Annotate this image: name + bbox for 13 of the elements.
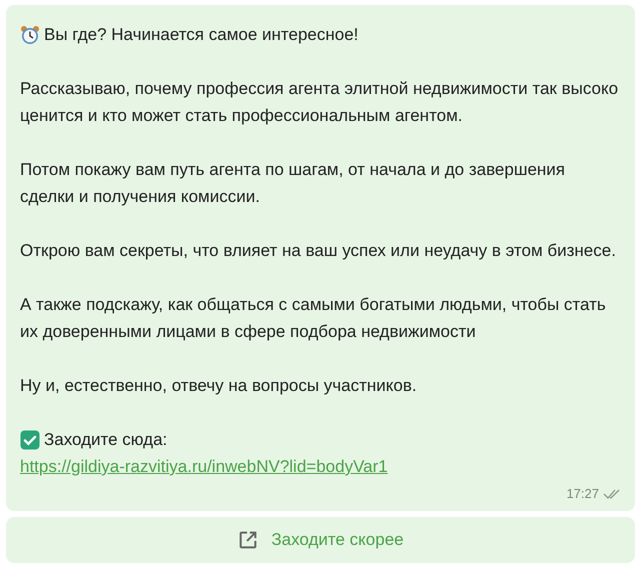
- message-paragraph: Рассказываю, почему профессия агента элитной недвижимости так высоко ценится и кто может стать профессиональным агентом.: [20, 78, 620, 127]
- message-paragraph: А также подскажу, как общаться с самыми богатыми людьми, чтобы стать их доверенными лицами в сфере подбора недвижимости: [20, 294, 607, 343]
- external-link-icon: [237, 529, 260, 551]
- check-mark-icon: [20, 430, 40, 450]
- call-to-action-text: Заходите сюда:: [44, 429, 168, 451]
- link[interactable]: https://gildiya-razvitiya.ru/inwebNV?lid=bodyVar1: [20, 457, 388, 476]
- message-paragraph: Потом покажу вам путь агента по шагам, от начала и до завершения сделки и получения комиссии.: [20, 159, 566, 208]
- alarm-clock-icon: [20, 24, 40, 44]
- open-link-button[interactable]: Заходите скорее: [6, 517, 635, 563]
- message-time: 17:27: [566, 485, 599, 503]
- message-heading: Вы где? Начинается самое интересное!: [44, 24, 358, 46]
- message-paragraph: Открою вам секреты, что влияет на ваш успех или неудачу в этом бизнесе.: [20, 240, 617, 262]
- message-paragraph: Ну и, естественно, отвечу на вопросы участников.: [20, 375, 418, 397]
